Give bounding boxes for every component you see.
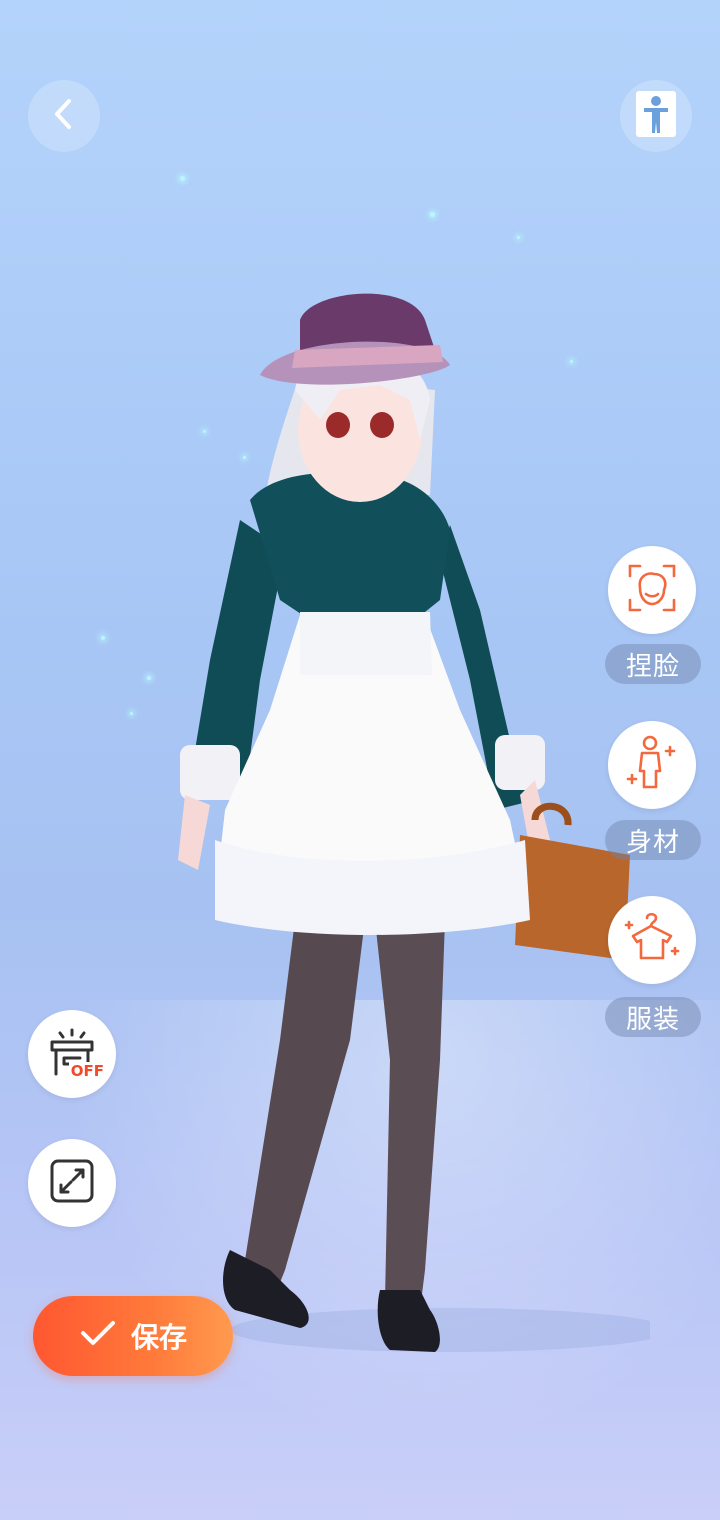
face-icon [626, 562, 678, 618]
sparkle [101, 636, 105, 640]
standing-figure-icon [634, 89, 678, 143]
face-edit-label: 捏脸 [605, 644, 701, 684]
sparkle [130, 712, 133, 715]
sparkle [517, 236, 520, 239]
save-button[interactable]: 保存 [33, 1296, 233, 1376]
outfit-edit-button[interactable] [608, 896, 696, 984]
sparkle [430, 212, 435, 217]
chevron-left-icon [49, 97, 79, 135]
light-toggle-button[interactable]: OFF [28, 1010, 116, 1098]
expand-icon [49, 1158, 95, 1208]
off-badge: OFF [68, 1062, 106, 1080]
body-edit-label: 身材 [605, 820, 701, 860]
clothes-hanger-icon [623, 910, 681, 970]
back-button[interactable] [28, 80, 100, 152]
save-label: 保存 [130, 1321, 187, 1354]
sparkle [180, 176, 185, 181]
lamp-off-icon: OFF [44, 1026, 106, 1082]
avatar-figure[interactable] [150, 280, 650, 1370]
pose-toggle-button[interactable] [620, 80, 692, 152]
body-edit-button[interactable] [608, 721, 696, 809]
face-edit-button[interactable] [608, 546, 696, 634]
outfit-edit-label: 服装 [605, 997, 701, 1037]
fullscreen-button[interactable] [28, 1139, 116, 1227]
check-icon [79, 1319, 131, 1354]
body-figure-icon [624, 733, 680, 797]
